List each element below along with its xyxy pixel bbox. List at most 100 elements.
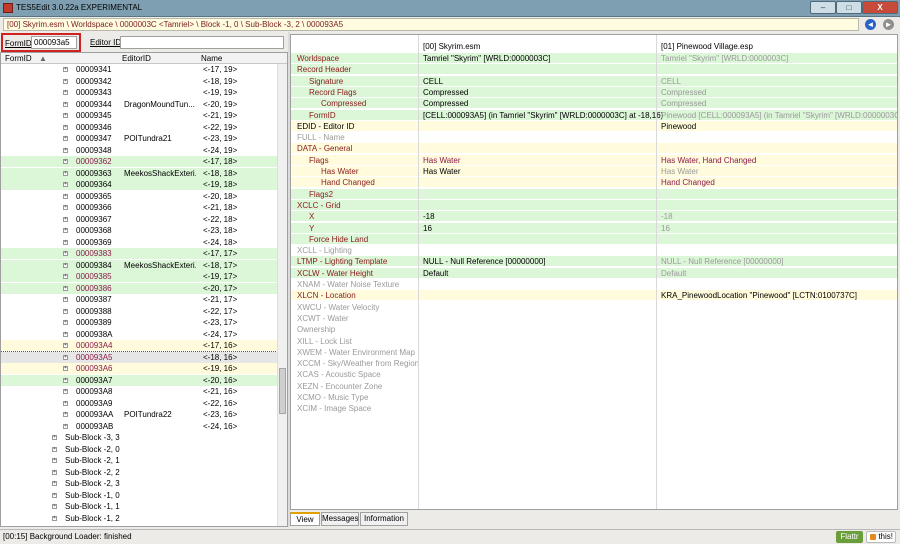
- value-pinewood[interactable]: 16: [661, 223, 897, 234]
- tree-row[interactable]: +00009389 <-23, 17>: [1, 317, 277, 328]
- view-row[interactable]: Worldspace Tamriel "Skyrim" [WRLD:0000003…: [291, 53, 897, 64]
- sub-block-node[interactable]: + Sub-Block -1, 0: [1, 490, 277, 501]
- sub-block-node[interactable]: + Sub-Block -2, 1: [1, 455, 277, 466]
- expand-icon[interactable]: +: [52, 515, 57, 521]
- tree-row[interactable]: +00009362 <-17, 18>: [1, 156, 277, 167]
- sub-block-node[interactable]: + Sub-Block -2, 3: [1, 478, 277, 489]
- expand-icon[interactable]: +: [63, 297, 68, 302]
- tree-row[interactable]: +000093A6 <-19, 16>: [1, 363, 277, 374]
- header-formid[interactable]: FormID: [5, 54, 32, 63]
- expand-icon[interactable]: +: [52, 492, 57, 498]
- tree-row[interactable]: +00009386 <-20, 17>: [1, 282, 277, 294]
- tree-row[interactable]: +000093AA POITundra22 <-23, 16>: [1, 409, 277, 420]
- scrollbar-thumb[interactable]: [279, 368, 286, 414]
- tree-row[interactable]: +00009364 <-19, 18>: [1, 179, 277, 190]
- tree-row[interactable]: +00009368 <-23, 18>: [1, 225, 277, 236]
- view-row[interactable]: DATA - General: [291, 143, 897, 155]
- tree-row[interactable]: +00009345 <-21, 19>: [1, 110, 277, 121]
- sub-block-node[interactable]: + Sub-Block -1, 2: [1, 513, 277, 524]
- view-row[interactable]: Y 16 16: [291, 222, 897, 234]
- tree-row[interactable]: +00009347 POITundra21 <-23, 19>: [1, 133, 277, 144]
- expand-icon[interactable]: +: [52, 446, 57, 452]
- view-row[interactable]: Flags2: [291, 188, 897, 200]
- expand-icon[interactable]: +: [52, 458, 57, 463]
- view-row[interactable]: XEZN - Encounter Zone: [291, 380, 897, 392]
- tree-row[interactable]: +00009363 MeekosShackExteri... <-18, 18>: [1, 167, 277, 179]
- expand-icon[interactable]: +: [52, 435, 57, 440]
- tree-row[interactable]: +00009383 <-17, 17>: [1, 248, 277, 259]
- expand-icon[interactable]: +: [63, 170, 68, 176]
- expand-icon[interactable]: +: [63, 354, 68, 360]
- tab-information[interactable]: Information: [360, 512, 408, 526]
- formid-input[interactable]: 000093a5: [31, 36, 77, 49]
- tree-row[interactable]: +000093AB <-24, 16>: [1, 420, 277, 432]
- value-pinewood[interactable]: -18: [661, 211, 897, 222]
- tree-row[interactable]: +00009367 <-22, 18>: [1, 213, 277, 225]
- view-row[interactable]: X -18 -18: [291, 211, 897, 223]
- view-row[interactable]: Record Flags Compressed Compressed: [291, 86, 897, 98]
- tree-row[interactable]: +00009388 <-22, 17>: [1, 305, 277, 317]
- expand-icon[interactable]: +: [63, 262, 68, 268]
- view-row[interactable]: XCCM - Sky/Weather from Region: [291, 358, 897, 370]
- tree-row[interactable]: +000093A9 <-22, 16>: [1, 397, 277, 409]
- value-pinewood[interactable]: Default: [661, 268, 897, 279]
- expand-icon[interactable]: +: [63, 113, 68, 118]
- record-tree[interactable]: FormID ▲ EditorID Name +00009341 <-17, 19…: [0, 52, 288, 527]
- expand-icon[interactable]: +: [63, 205, 68, 210]
- value-pinewood[interactable]: KRA_PinewoodLocation "Pinewood" [LCTN:01…: [661, 290, 897, 301]
- view-row[interactable]: Signature CELL CELL: [291, 75, 897, 87]
- value-skyrim[interactable]: 16: [423, 223, 432, 234]
- view-row[interactable]: XCLW - Water Height Default Default: [291, 267, 897, 279]
- expand-icon[interactable]: +: [63, 377, 68, 383]
- expand-icon[interactable]: +: [63, 366, 68, 371]
- sub-block-node[interactable]: + Sub-Block -3, 3: [1, 432, 277, 443]
- header-name[interactable]: Name: [201, 54, 222, 63]
- value-pinewood[interactable]: Has Water: [661, 166, 897, 177]
- view-row[interactable]: XNAM - Water Noise Texture: [291, 279, 897, 290]
- view-row[interactable]: EDID - Editor ID Pinewood: [291, 120, 897, 132]
- value-skyrim[interactable]: Compressed: [423, 87, 468, 98]
- view-row[interactable]: Compressed Compressed Compressed: [291, 98, 897, 110]
- value-skyrim[interactable]: Tamriel "Skyrim" [WRLD:0000003C]: [423, 53, 551, 64]
- tree-row[interactable]: +000093A8 <-21, 16>: [1, 386, 277, 397]
- flattr-this-button[interactable]: this!: [866, 531, 896, 543]
- minimize-button[interactable]: –: [810, 1, 836, 14]
- view-row[interactable]: XILL - Lock List: [291, 335, 897, 347]
- value-pinewood[interactable]: Compressed: [661, 98, 897, 109]
- value-skyrim[interactable]: [CELL:000093A5] (in Tamriel "Skyrim" [WR…: [423, 110, 663, 121]
- tree-row[interactable]: +00009348 <-24, 19>: [1, 144, 277, 156]
- value-skyrim[interactable]: Compressed: [423, 98, 468, 109]
- expand-icon[interactable]: +: [63, 239, 68, 245]
- vertical-scrollbar[interactable]: [277, 64, 287, 526]
- view-row[interactable]: XWCU - Water Velocity: [291, 301, 897, 313]
- view-row[interactable]: Hand Changed Hand Changed: [291, 177, 897, 189]
- arrow-left-icon[interactable]: ◄: [865, 19, 876, 30]
- value-pinewood[interactable]: Compressed: [661, 87, 897, 98]
- view-row[interactable]: XCWT - Water: [291, 312, 897, 324]
- expand-icon[interactable]: +: [63, 343, 68, 348]
- view-row[interactable]: Has Water Has Water Has Water: [291, 166, 897, 177]
- expand-icon[interactable]: +: [63, 193, 68, 199]
- tab-view[interactable]: View: [290, 512, 320, 526]
- expand-icon[interactable]: +: [63, 400, 68, 406]
- value-skyrim[interactable]: CELL: [423, 76, 443, 87]
- view-row[interactable]: FormID [CELL:000093A5] (in Tamriel "Skyri…: [291, 109, 897, 121]
- expand-icon[interactable]: +: [63, 67, 68, 72]
- view-header-pinewood[interactable]: [01] Pinewood Village.esp: [661, 41, 897, 52]
- expand-icon[interactable]: +: [63, 412, 68, 417]
- value-pinewood[interactable]: Pinewood [CELL:000093A5] (in Tamriel "Sk…: [661, 110, 897, 121]
- value-pinewood[interactable]: Pinewood: [661, 121, 897, 132]
- close-button[interactable]: X: [862, 1, 898, 14]
- view-row[interactable]: Force Hide Land: [291, 233, 897, 245]
- expand-icon[interactable]: +: [63, 101, 68, 107]
- expand-icon[interactable]: +: [63, 228, 68, 233]
- view-row[interactable]: Record Header: [291, 64, 897, 76]
- expand-icon[interactable]: +: [63, 331, 68, 337]
- expand-icon[interactable]: +: [63, 78, 68, 84]
- tree-row[interactable]: +0000938A <-24, 17>: [1, 328, 277, 340]
- view-header-skyrim[interactable]: [00] Skyrim.esm: [423, 41, 480, 52]
- tree-row[interactable]: +00009341 <-17, 19>: [1, 64, 277, 75]
- view-row[interactable]: XCMO - Music Type: [291, 392, 897, 403]
- tree-row[interactable]: +000093A7 <-20, 16>: [1, 374, 277, 386]
- expand-icon[interactable]: +: [52, 469, 57, 475]
